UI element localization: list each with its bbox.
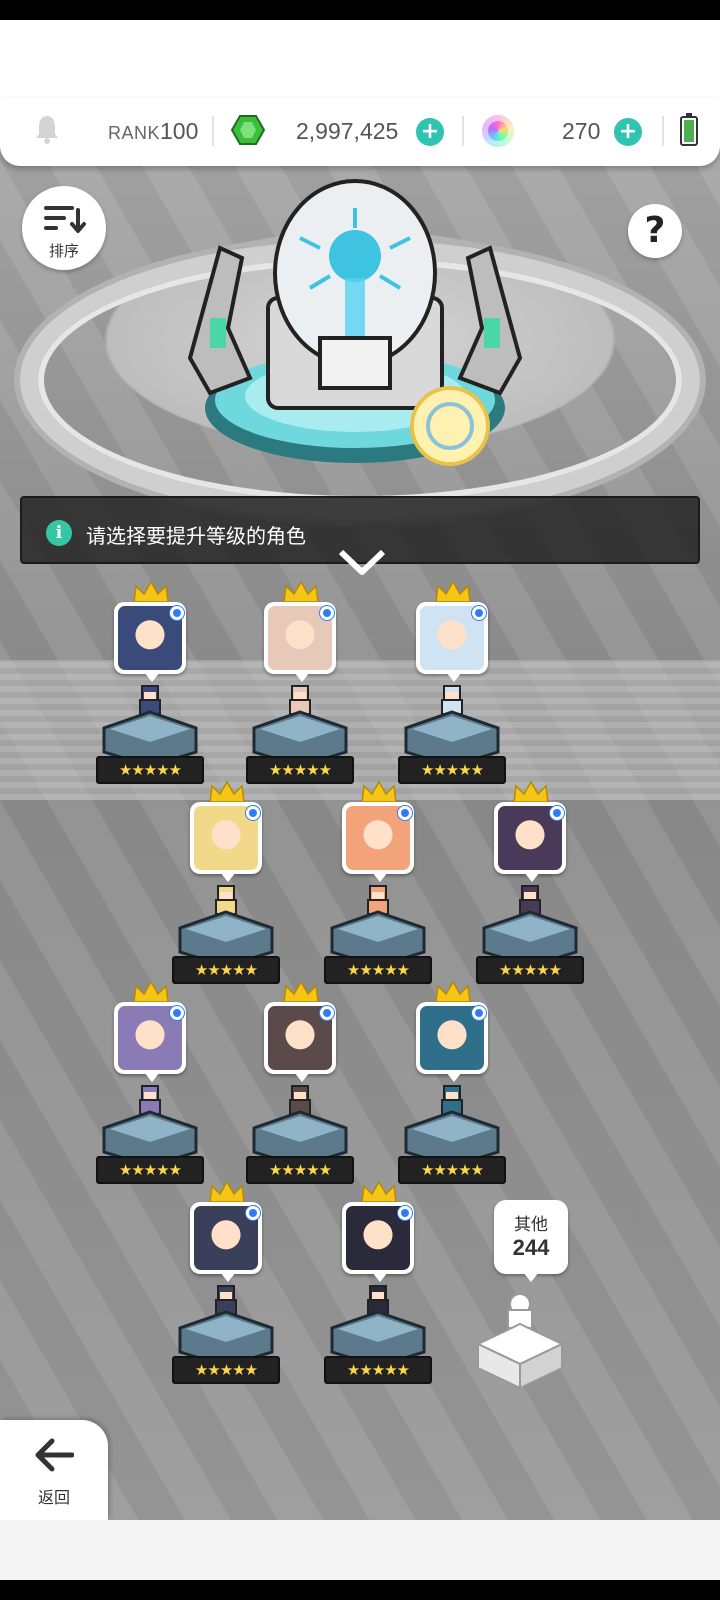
divider — [212, 116, 214, 146]
hero-card[interactable]: ★★★★★ — [246, 580, 356, 800]
orb-value: 270 — [562, 118, 601, 144]
back-label: 返回 — [37, 1488, 70, 1507]
white-block-icon — [475, 1293, 565, 1390]
rank-label: RANK — [108, 123, 161, 143]
sort-icon — [44, 206, 86, 233]
crown-icon — [435, 580, 471, 603]
currency-bar: RANK100 2,997,425 + 270 + — [0, 98, 720, 166]
crown-icon — [209, 1180, 245, 1203]
hero-card[interactable]: ★★★★★ — [172, 780, 282, 1000]
egg-machine-illustration — [187, 179, 523, 466]
crown-icon — [133, 980, 169, 1003]
crown-icon — [435, 980, 471, 1003]
hero-card[interactable]: ★★★★★ — [476, 780, 586, 1000]
crown-icon — [361, 780, 397, 803]
hero-card[interactable]: ★★★★★ — [96, 580, 206, 800]
crown-icon — [513, 780, 549, 803]
others-count: 244 — [512, 1235, 550, 1260]
crown-icon — [361, 1180, 397, 1203]
hero-card[interactable]: ★★★★★ — [324, 1180, 434, 1400]
selected-dot-icon — [320, 606, 334, 620]
hero-portrait — [114, 602, 186, 682]
selected-dot-icon — [320, 1006, 334, 1020]
hero-portrait — [264, 1002, 336, 1082]
battery-icon — [680, 113, 698, 146]
hero-portrait — [416, 1002, 488, 1082]
selected-dot-icon — [170, 606, 184, 620]
bottom-margin — [0, 1520, 720, 1580]
selected-dot-icon — [170, 1006, 184, 1020]
others-slot[interactable]: 其他 244 — [470, 1200, 580, 1390]
star-rating: ★★★★★ — [172, 1356, 280, 1384]
hero-portrait — [190, 1202, 262, 1282]
hero-card[interactable]: ★★★★★ — [96, 980, 206, 1200]
info-icon: i — [46, 520, 72, 546]
divider — [462, 116, 464, 146]
top-margin — [0, 20, 720, 100]
hero-portrait — [114, 1002, 186, 1082]
help-button[interactable]: ? — [628, 204, 682, 258]
rainbow-orb-icon — [482, 115, 514, 147]
navigation-bar — [0, 1580, 720, 1600]
hero-card[interactable]: ★★★★★ — [398, 980, 508, 1200]
bell-icon[interactable] — [34, 114, 60, 144]
add-orb-button[interactable]: + — [614, 118, 642, 146]
star-rating: ★★★★★ — [324, 1356, 432, 1384]
selected-dot-icon — [472, 1006, 486, 1020]
others-label: 其他 — [514, 1215, 548, 1235]
hero-card[interactable]: ★★★★★ — [398, 580, 508, 800]
divider — [662, 116, 664, 146]
hero-portrait — [342, 802, 414, 882]
back-button[interactable]: 返回 — [0, 1420, 108, 1520]
rank-display: RANK100 — [108, 118, 198, 145]
others-bubble: 其他 244 — [494, 1200, 568, 1282]
hero-card[interactable]: ★★★★★ — [172, 1180, 282, 1400]
hero-card[interactable]: ★★★★★ — [246, 980, 356, 1200]
sort-label: 排序 — [48, 242, 79, 260]
gold-value: 2,997,425 — [296, 118, 399, 144]
hero-portrait — [342, 1202, 414, 1282]
arrow-left-icon — [35, 1438, 74, 1472]
selected-dot-icon — [246, 806, 260, 820]
selected-dot-icon — [398, 806, 412, 820]
green-gem-icon — [230, 115, 266, 145]
status-bar — [0, 0, 720, 20]
rank-value: 100 — [160, 118, 199, 144]
instruction-text: 请选择要提升等级的角色 — [86, 524, 306, 548]
hero-card[interactable]: ★★★★★ — [324, 780, 434, 1000]
selected-dot-icon — [550, 806, 564, 820]
selected-dot-icon — [398, 1206, 412, 1220]
sort-button[interactable]: 排序 — [22, 186, 106, 270]
hero-portrait — [416, 602, 488, 682]
selected-dot-icon — [246, 1206, 260, 1220]
crown-icon — [209, 780, 245, 803]
add-gold-button[interactable]: + — [416, 118, 444, 146]
selected-dot-icon — [472, 606, 486, 620]
chevron-down-icon[interactable] — [337, 548, 387, 578]
hero-portrait — [264, 602, 336, 682]
crown-icon — [133, 580, 169, 603]
hero-portrait — [494, 802, 566, 882]
crown-icon — [283, 580, 319, 603]
crown-icon — [283, 980, 319, 1003]
hero-portrait — [190, 802, 262, 882]
